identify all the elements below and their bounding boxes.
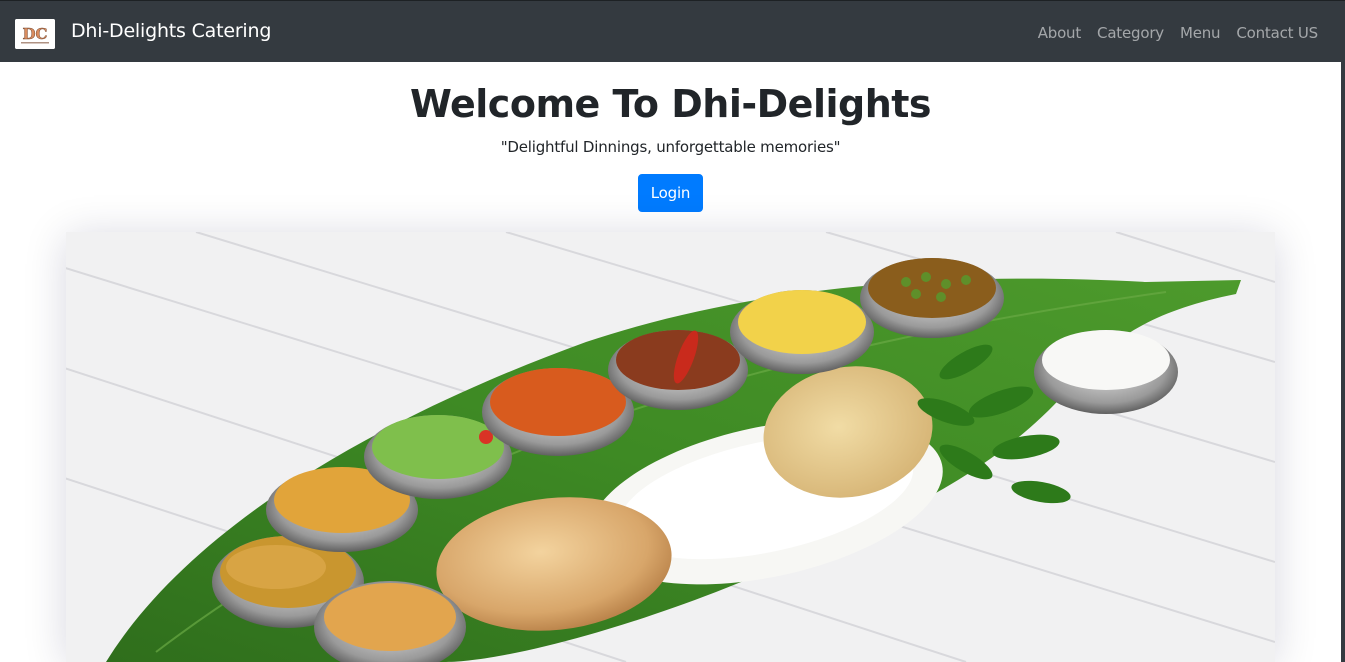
nav-link-menu[interactable]: Menu	[1180, 24, 1221, 42]
nav-links: About Category Menu Contact US	[1022, 24, 1319, 42]
brand-name[interactable]: Dhi-Delights Catering	[71, 20, 271, 42]
hero-tagline: "Delightful Dinnings, unforgettable memo…	[500, 138, 841, 156]
login-button[interactable]: Login	[638, 174, 703, 212]
top-navbar: DC Dhi-Delights Catering About Category …	[0, 0, 1345, 62]
hero-food-image	[66, 232, 1275, 662]
page-title: Welcome To Dhi-Delights	[409, 82, 932, 126]
nav-link-about[interactable]: About	[1038, 24, 1082, 42]
page-right-border	[1341, 62, 1345, 662]
nav-link-category[interactable]: Category	[1097, 24, 1164, 42]
brand-logo[interactable]: DC	[15, 19, 55, 49]
nav-link-contact-us[interactable]: Contact US	[1236, 24, 1318, 42]
svg-text:DC: DC	[23, 25, 48, 43]
